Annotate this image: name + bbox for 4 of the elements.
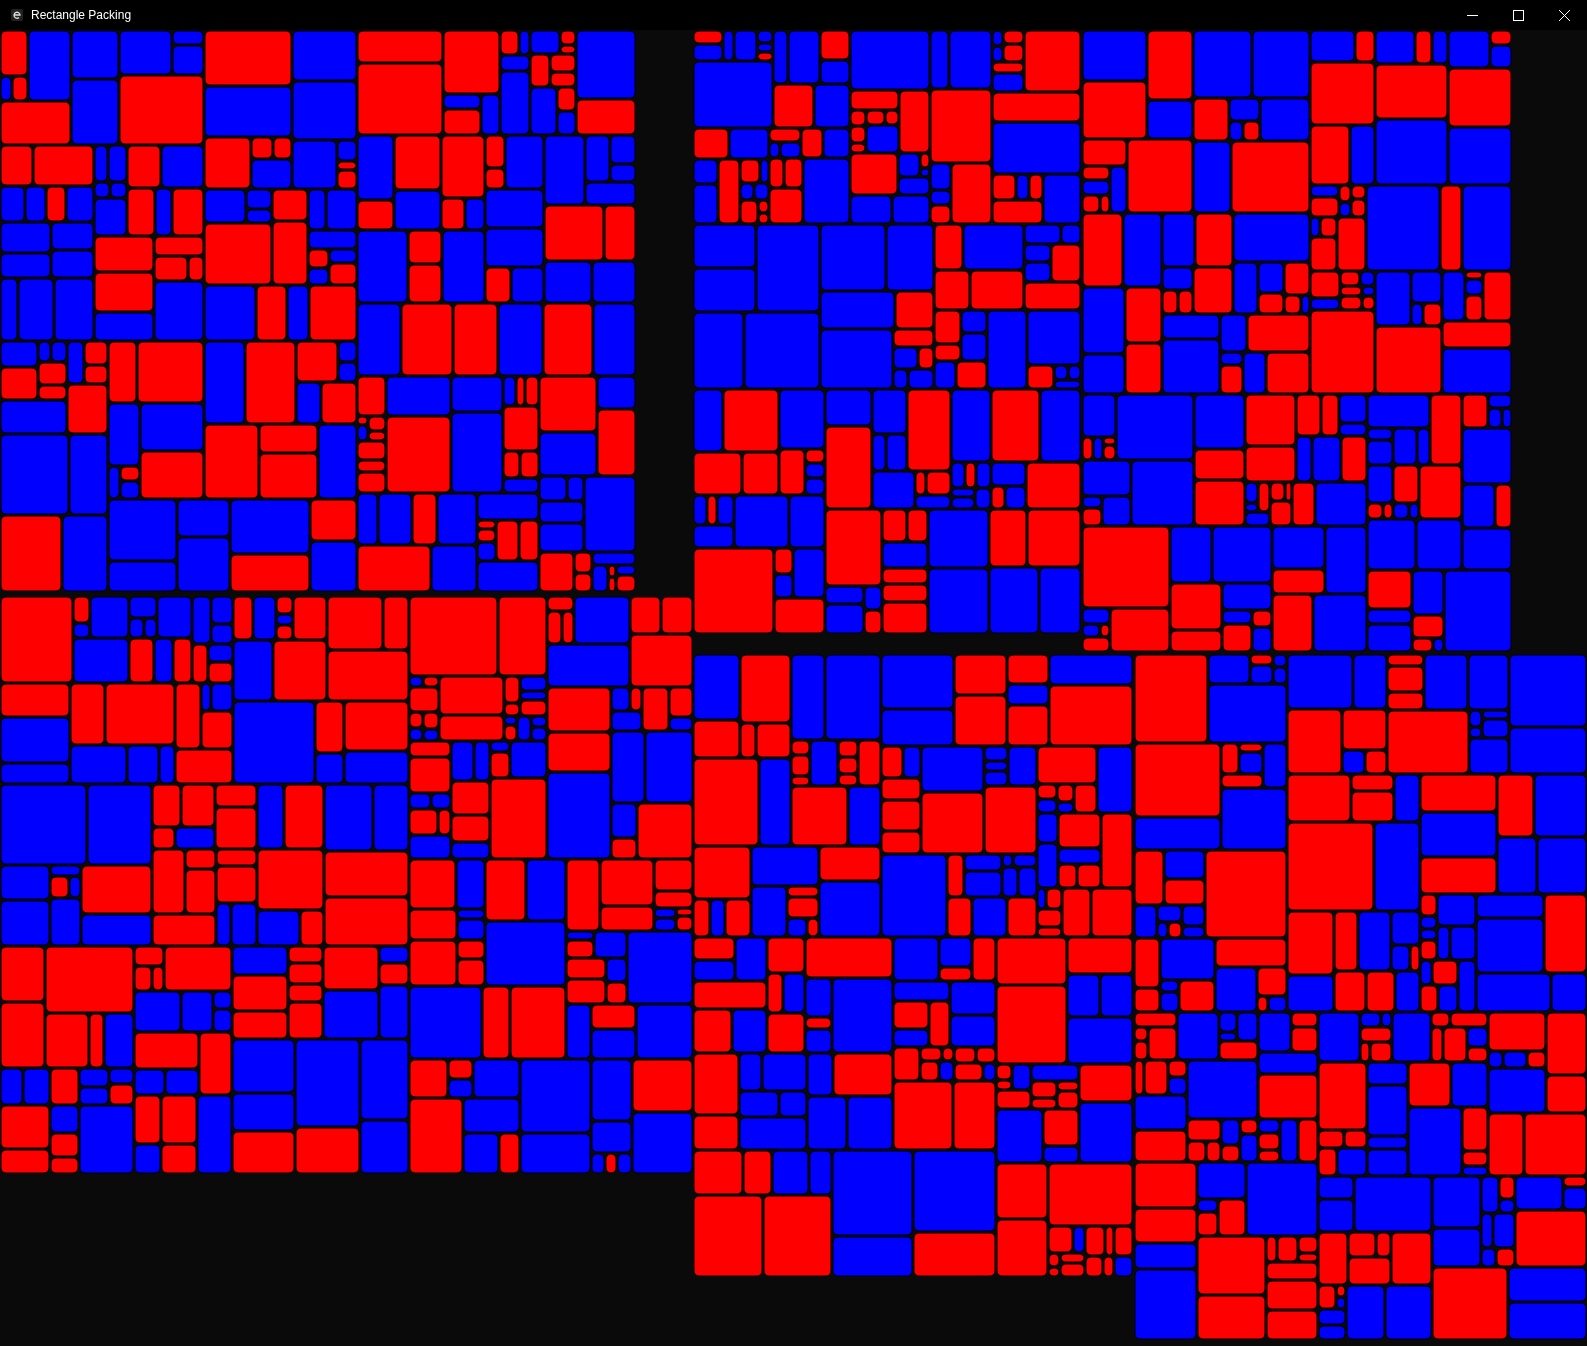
app-icon xyxy=(11,9,23,21)
window-title: Rectangle Packing xyxy=(31,8,133,22)
maximize-icon xyxy=(1512,9,1524,21)
close-icon xyxy=(1558,9,1570,21)
